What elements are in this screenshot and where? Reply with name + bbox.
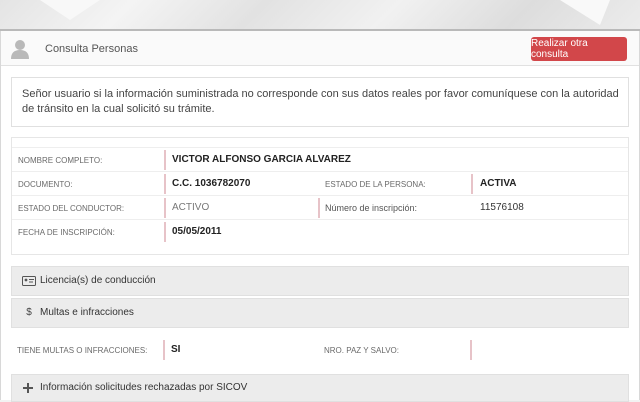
notice-text: Señor usuario si la información suminist… (22, 88, 619, 115)
estado-conductor-value: ACTIVO (172, 202, 210, 213)
person-info: NOMBRE COMPLETO: VICTOR ALFONSO GARCIA A… (11, 137, 629, 255)
tiene-multas-value: SI (171, 344, 181, 355)
plus-icon (23, 383, 33, 393)
tiene-multas-label: TIENE MULTAS O INFRACCIONES: (17, 346, 148, 355)
section-multas[interactable]: $ Multas e infracciones (11, 298, 629, 328)
separator (164, 198, 166, 218)
section-licencias[interactable]: Licencia(s) de conducción (11, 266, 629, 296)
top-banner (0, 0, 640, 31)
section-rechazadas-title: Información solicitudes rechazadas por S… (40, 382, 248, 393)
consulta-panel: Consulta Personas Realizar otra consulta… (0, 31, 640, 402)
estado-persona-label: ESTADO DE LA PERSONA: (325, 180, 426, 189)
row-fecha: FECHA DE INSCRIPCIÓN: 05/05/2011 (12, 219, 628, 244)
panel-header: Consulta Personas Realizar otra consulta (1, 31, 639, 66)
nombre-value: VICTOR ALFONSO GARCIA ALVAREZ (172, 154, 351, 165)
fecha-inscripcion-value: 05/05/2011 (172, 226, 222, 237)
paz-salvo-label: NRO. PAZ Y SALVO: (324, 346, 399, 355)
banner-decoration (40, 0, 100, 20)
documento-label: DOCUMENTO: (18, 180, 73, 189)
banner-decoration (560, 0, 610, 25)
numero-inscripcion-label: Número de inscripción: (325, 203, 418, 213)
user-icon (11, 40, 29, 59)
id-card-icon (22, 276, 36, 286)
row-conductor: ESTADO DEL CONDUCTOR: ACTIVO Número de i… (12, 195, 628, 220)
row-documento: DOCUMENTO: C.C. 1036782070 ESTADO DE LA … (12, 171, 628, 196)
separator (164, 222, 166, 242)
new-query-button[interactable]: Realizar otra consulta (531, 37, 627, 61)
section-licencias-title: Licencia(s) de conducción (40, 275, 156, 286)
row-nombre: NOMBRE COMPLETO: VICTOR ALFONSO GARCIA A… (12, 147, 628, 172)
nombre-label: NOMBRE COMPLETO: (18, 156, 103, 165)
multas-info: TIENE MULTAS O INFRACCIONES: SI NRO. PAZ… (11, 334, 627, 368)
numero-inscripcion-value: 11576108 (480, 202, 524, 213)
notice-box: Señor usuario si la información suminist… (11, 77, 629, 127)
documento-value: C.C. 1036782070 (172, 178, 251, 189)
section-rechazadas[interactable]: Información solicitudes rechazadas por S… (11, 374, 629, 402)
separator (163, 340, 165, 360)
separator (471, 174, 473, 194)
separator (164, 150, 166, 170)
estado-conductor-label: ESTADO DEL CONDUCTOR: (18, 204, 125, 213)
separator (318, 198, 320, 218)
dollar-icon: $ (26, 307, 32, 318)
section-multas-title: Multas e infracciones (40, 307, 134, 318)
separator (164, 174, 166, 194)
fecha-inscripcion-label: FECHA DE INSCRIPCIÓN: (18, 228, 115, 237)
page-title: Consulta Personas (45, 43, 138, 55)
separator (470, 340, 472, 360)
estado-persona-value: ACTIVA (480, 178, 517, 189)
